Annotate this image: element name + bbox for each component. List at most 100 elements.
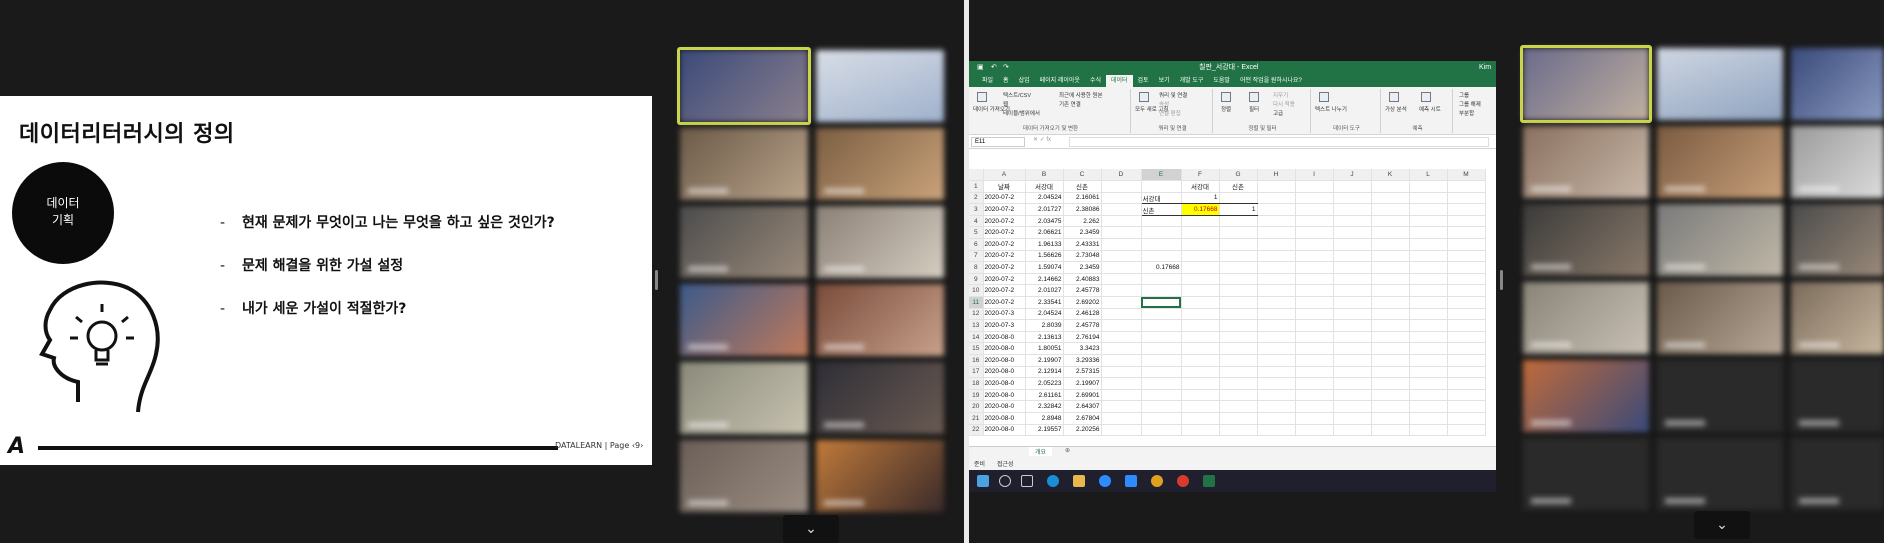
undo-icon[interactable]: ↶ [991,61,997,75]
table-cell[interactable] [1333,192,1372,205]
video-tile[interactable] [816,284,944,356]
table-cell[interactable] [1371,273,1410,286]
table-cell[interactable] [1447,215,1486,228]
table-cell[interactable]: 2.3459 [1063,226,1102,240]
video-tile[interactable] [1523,126,1649,198]
table-cell[interactable] [1447,331,1486,344]
table-cell[interactable] [1219,389,1258,402]
table-cell[interactable] [1409,203,1448,216]
table-cell[interactable] [1181,238,1220,251]
table-cell[interactable] [1333,377,1372,390]
table-cell[interactable] [1181,308,1220,321]
table-range-button[interactable]: 테이블/범위에서 [1003,109,1040,117]
resize-handle[interactable] [1500,270,1503,290]
table-cell[interactable] [1295,400,1334,413]
table-cell[interactable] [1101,424,1142,437]
video-tile[interactable] [816,206,944,278]
table-cell[interactable] [1257,424,1296,437]
row-header[interactable]: 11 [969,296,984,309]
video-tile[interactable] [1523,360,1649,432]
video-tile[interactable] [816,50,944,122]
table-cell[interactable] [1447,261,1486,274]
table-cell[interactable] [1447,226,1486,240]
row-header[interactable]: 18 [969,377,984,390]
tab-developer[interactable]: 개발 도구 [1175,75,1209,87]
table-cell[interactable] [1447,389,1486,402]
table-cell[interactable] [1409,366,1448,379]
table-cell[interactable] [1101,400,1142,413]
table-cell[interactable] [1333,284,1372,298]
table-cell[interactable] [1371,180,1410,193]
video-tile[interactable] [1791,282,1884,354]
column-header[interactable]: C [1063,169,1102,182]
table-cell[interactable]: 2020-07-2 [983,273,1026,286]
tab-view[interactable]: 보기 [1154,75,1175,87]
table-cell[interactable] [1219,296,1258,309]
table-cell[interactable]: 2.73048 [1063,250,1102,263]
table-cell[interactable] [1371,192,1410,205]
table-cell[interactable] [1141,424,1182,437]
table-cell[interactable]: 2.06621 [1025,226,1064,240]
row-header[interactable]: 21 [969,412,984,425]
table-cell[interactable]: 2020-07-2 [983,192,1026,205]
table-cell[interactable]: 2.03475 [1025,215,1064,228]
table-cell[interactable] [1447,412,1486,425]
table-cell[interactable] [1101,319,1142,332]
table-cell[interactable] [1141,389,1182,402]
table-cell[interactable] [1371,424,1410,437]
table-cell[interactable] [1219,215,1258,228]
table-cell[interactable] [1371,203,1410,216]
table-cell[interactable]: 2.32842 [1025,400,1064,413]
table-cell[interactable] [1257,354,1296,367]
table-cell[interactable] [1409,308,1448,321]
table-cell[interactable] [1371,261,1410,274]
table-cell[interactable]: 3.29336 [1063,354,1102,367]
table-cell[interactable] [1257,296,1296,309]
table-cell[interactable]: 3.3423 [1063,342,1102,355]
group-button[interactable]: 그룹 [1459,91,1469,99]
table-cell[interactable] [1333,273,1372,286]
table-cell[interactable] [1409,389,1448,402]
table-cell[interactable] [1181,215,1220,228]
table-cell[interactable] [1409,238,1448,251]
table-cell[interactable] [1219,284,1258,298]
table-cell[interactable]: 날짜 [983,180,1026,193]
table-cell[interactable] [1447,180,1486,193]
table-cell[interactable]: 0.17668 [1141,261,1182,274]
resize-handle[interactable] [655,270,658,290]
table-cell[interactable] [1371,354,1410,367]
video-tile[interactable] [1657,126,1783,198]
table-cell[interactable] [1447,238,1486,251]
table-cell[interactable] [1181,284,1220,298]
table-cell[interactable] [1333,412,1372,425]
table-cell[interactable] [1257,377,1296,390]
table-cell[interactable]: 2.16061 [1063,192,1102,205]
table-cell[interactable] [1219,238,1258,251]
table-cell[interactable]: 2.19557 [1025,424,1064,437]
table-cell[interactable]: 1.59074 [1025,261,1064,274]
video-tile[interactable] [1791,126,1884,198]
table-cell[interactable]: 2.01027 [1025,284,1064,298]
video-tile[interactable] [816,128,944,200]
formula-buttons-icon[interactable]: ✕ ✓ fx [1033,136,1051,143]
table-cell[interactable]: 2.38086 [1063,203,1102,216]
table-cell[interactable]: 2020-07-2 [983,284,1026,298]
table-cell[interactable] [1295,180,1334,193]
table-cell[interactable] [1295,284,1334,298]
table-cell[interactable] [1371,331,1410,344]
table-cell[interactable] [1257,308,1296,321]
table-cell[interactable] [1333,215,1372,228]
table-cell[interactable] [1333,354,1372,367]
table-cell[interactable] [1447,296,1486,309]
task-view-icon[interactable] [1021,475,1033,487]
table-cell[interactable] [1409,354,1448,367]
table-cell[interactable] [1101,238,1142,251]
file-explorer-icon[interactable] [1073,475,1085,487]
table-cell[interactable] [1295,354,1334,367]
table-cell[interactable] [1409,226,1448,240]
table-cell[interactable] [1409,180,1448,193]
row-header[interactable]: 15 [969,342,984,355]
table-cell[interactable] [1447,284,1486,298]
table-cell[interactable] [1333,366,1372,379]
table-cell[interactable] [1257,412,1296,425]
